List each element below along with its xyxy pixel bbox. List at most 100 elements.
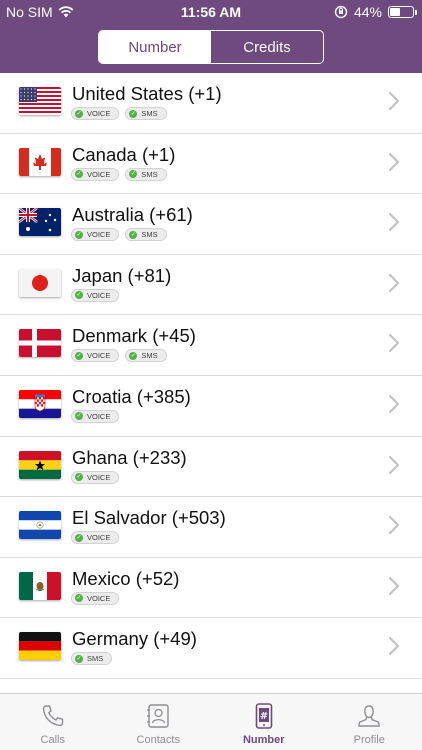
check-icon: ✓ bbox=[75, 594, 83, 603]
country-name: Ghana (+233) bbox=[72, 446, 187, 468]
badge-label: SMS bbox=[141, 169, 158, 179]
capability-badges: ✓ VOICE bbox=[71, 531, 120, 545]
check-icon: ✓ bbox=[129, 170, 138, 179]
voice-badge: ✓ VOICE bbox=[71, 288, 120, 302]
country-row[interactable]: Denmark (+45) ✓ VOICE ✓ SMS bbox=[0, 315, 422, 376]
el-salvador-flag-icon bbox=[19, 511, 61, 540]
country-row[interactable]: Ghana (+233) ✓ VOICE bbox=[0, 437, 422, 498]
country-list: United States (+1) ✓ VOICE ✓ SMS Canada (+1) ✓… bbox=[0, 73, 422, 693]
country-name: Croatia (+385) bbox=[72, 385, 191, 407]
contacts-icon bbox=[147, 704, 169, 728]
country-name: Denmark (+45) bbox=[72, 325, 196, 347]
tab-contacts[interactable]: Contacts bbox=[106, 694, 212, 750]
tab-bar: Calls Contacts # Number Profile bbox=[0, 693, 422, 750]
country-row[interactable]: Japan (+81) ✓ VOICE bbox=[0, 255, 422, 316]
country-row[interactable]: Canada (+1) ✓ VOICE ✓ SMS bbox=[0, 134, 422, 195]
voice-badge: ✓ VOICE bbox=[71, 470, 120, 484]
check-icon: ✓ bbox=[75, 109, 83, 118]
badge-label: VOICE bbox=[87, 290, 111, 300]
capability-badges: ✓ VOICE bbox=[71, 591, 120, 605]
country-row[interactable]: Croatia (+385) ✓ VOICE bbox=[0, 376, 422, 437]
badge-label: SMS bbox=[141, 109, 158, 118]
capability-badges: ✓ VOICE ✓ SMS bbox=[71, 349, 167, 363]
tab-number[interactable]: # Number bbox=[211, 694, 317, 750]
country-name: Canada (+1) bbox=[72, 143, 176, 165]
japan-flag-icon bbox=[19, 268, 61, 297]
country-row[interactable]: Australia (+61) ✓ VOICE ✓ SMS bbox=[0, 194, 422, 255]
check-icon: ✓ bbox=[75, 654, 83, 663]
country-name: United States (+1) bbox=[72, 83, 222, 104]
us-flag-icon bbox=[19, 87, 61, 115]
sms-badge: ✓ SMS bbox=[125, 107, 167, 120]
country-row[interactable]: Germany (+49) ✓ SMS bbox=[0, 618, 422, 679]
capability-badges: ✓ VOICE ✓ SMS bbox=[71, 228, 167, 242]
badge-label: SMS bbox=[141, 351, 158, 361]
tab-number-label: Number bbox=[242, 734, 285, 746]
badge-label: SMS bbox=[141, 230, 158, 240]
voice-badge: ✓ VOICE bbox=[71, 591, 120, 605]
denmark-flag-icon bbox=[19, 329, 61, 358]
capability-badges: ✓ VOICE bbox=[71, 470, 120, 484]
croatia-flag-icon bbox=[19, 389, 61, 418]
sms-badge: ✓ SMS bbox=[125, 349, 167, 363]
check-icon: ✓ bbox=[75, 351, 83, 360]
check-icon: ✓ bbox=[129, 351, 138, 360]
segment-number[interactable]: Number bbox=[99, 31, 211, 63]
battery-percent: 44% bbox=[353, 4, 382, 20]
capability-badges: ✓ VOICE bbox=[71, 409, 120, 423]
country-name: Mexico (+52) bbox=[72, 567, 180, 589]
chevron-right-icon bbox=[388, 212, 400, 232]
check-icon: ✓ bbox=[129, 230, 138, 239]
check-icon: ✓ bbox=[75, 533, 83, 542]
tab-calls[interactable]: Calls bbox=[0, 694, 106, 750]
capability-badges: ✓ SMS bbox=[71, 652, 113, 666]
number-icon: # bbox=[255, 703, 273, 729]
canada-flag-icon bbox=[19, 147, 61, 176]
germany-flag-icon bbox=[19, 632, 61, 661]
badge-label: VOICE bbox=[87, 472, 111, 482]
tab-profile[interactable]: Profile bbox=[317, 694, 422, 750]
check-icon: ✓ bbox=[75, 412, 83, 421]
chevron-right-icon bbox=[388, 91, 400, 111]
sms-badge: ✓ SMS bbox=[71, 652, 113, 666]
tab-contacts-label: Contacts bbox=[136, 734, 180, 746]
country-row[interactable]: Mexico (+52) ✓ VOICE bbox=[0, 558, 422, 619]
tab-profile-label: Profile bbox=[353, 734, 385, 746]
voice-badge: ✓ VOICE bbox=[71, 531, 120, 545]
voice-badge: ✓ VOICE bbox=[71, 409, 120, 423]
capability-badges: ✓ VOICE bbox=[71, 288, 120, 302]
header-bar: No SIM 11:56 AM 44% Number Credits bbox=[0, 0, 422, 73]
check-icon: ✓ bbox=[129, 109, 138, 118]
country-row[interactable]: United States (+1) ✓ VOICE ✓ SMS bbox=[0, 73, 422, 134]
sms-badge: ✓ SMS bbox=[125, 228, 167, 242]
country-name: El Salvador (+503) bbox=[72, 507, 226, 529]
battery-icon bbox=[388, 6, 417, 18]
segmented-control: Number Credits bbox=[98, 30, 324, 64]
country-row[interactable]: El Salvador (+503) ✓ VOICE bbox=[0, 497, 422, 558]
chevron-right-icon bbox=[388, 636, 400, 656]
check-icon: ✓ bbox=[75, 170, 83, 179]
chevron-right-icon bbox=[388, 394, 400, 414]
segment-credits[interactable]: Credits bbox=[211, 31, 323, 63]
voice-badge: ✓ VOICE bbox=[71, 107, 120, 120]
status-bar: No SIM 11:56 AM 44% bbox=[0, 0, 422, 24]
chevron-right-icon bbox=[388, 576, 400, 596]
profile-icon bbox=[358, 705, 380, 727]
country-name: Australia (+61) bbox=[72, 204, 193, 226]
voice-badge: ✓ VOICE bbox=[71, 349, 120, 363]
badge-label: VOICE bbox=[87, 351, 111, 361]
badge-label: SMS bbox=[87, 654, 104, 664]
chevron-right-icon bbox=[388, 152, 400, 172]
ghana-flag-icon bbox=[19, 450, 61, 479]
country-name: Japan (+81) bbox=[72, 264, 172, 286]
voice-badge: ✓ VOICE bbox=[71, 228, 120, 242]
chevron-right-icon bbox=[388, 333, 400, 353]
rotation-lock-icon bbox=[334, 5, 348, 19]
phone-icon bbox=[42, 705, 63, 727]
badge-label: VOICE bbox=[87, 109, 111, 118]
check-icon: ✓ bbox=[75, 473, 83, 482]
svg-text:#: # bbox=[260, 711, 268, 722]
sms-badge: ✓ SMS bbox=[125, 167, 167, 181]
check-icon: ✓ bbox=[75, 291, 83, 300]
badge-label: VOICE bbox=[87, 533, 111, 543]
